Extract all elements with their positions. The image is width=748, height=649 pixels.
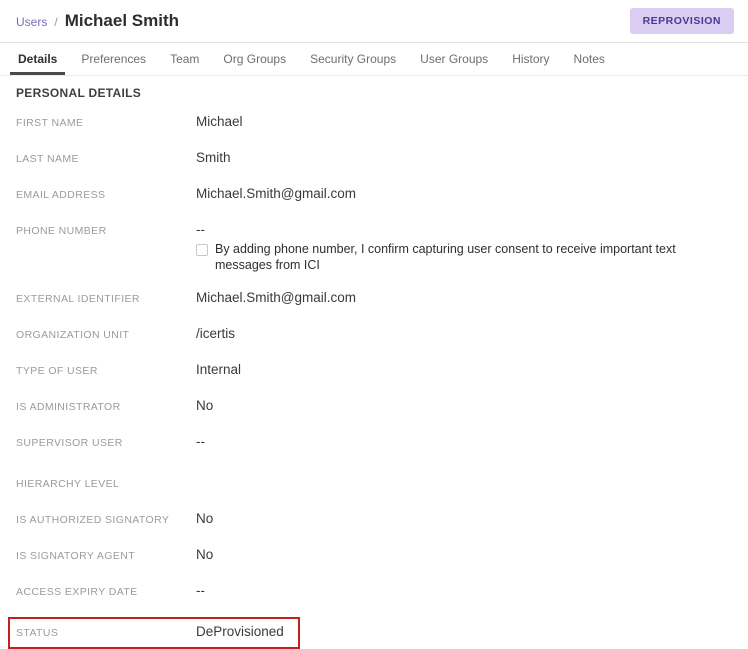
breadcrumb-users-link[interactable]: Users	[16, 15, 47, 29]
field-label: FIRST NAME	[16, 114, 196, 133]
tab-label: Security Groups	[310, 52, 396, 66]
breadcrumb: Users / Michael Smith	[16, 11, 179, 31]
field-value-wrap: /icertis	[196, 324, 732, 343]
field-row-is-administrator: IS ADMINISTRATOR No	[16, 396, 732, 417]
field-label: IS ADMINISTRATOR	[16, 398, 196, 417]
field-row-hierarchy-level: HIERARCHY LEVEL	[16, 468, 732, 494]
field-row-phone-number: PHONE NUMBER -- By adding phone number, …	[16, 220, 732, 273]
tab-label: Preferences	[81, 52, 146, 66]
field-label: IS SIGNATORY AGENT	[16, 547, 196, 566]
field-value: No	[196, 509, 732, 528]
field-value-wrap: --	[196, 581, 732, 600]
field-value: Internal	[196, 360, 732, 379]
field-label: HIERARCHY LEVEL	[16, 475, 196, 494]
field-label: ACCESS EXPIRY DATE	[16, 583, 196, 602]
field-value: Smith	[196, 148, 732, 167]
reprovision-button[interactable]: REPROVISION	[630, 8, 734, 34]
field-row-supervisor-user: SUPERVISOR USER --	[16, 432, 732, 453]
phone-consent-row: By adding phone number, I confirm captur…	[196, 241, 732, 273]
tab-history[interactable]: History	[500, 43, 561, 75]
field-row-organization-unit: ORGANIZATION UNIT /icertis	[16, 324, 732, 345]
field-row-last-name: LAST NAME Smith	[16, 148, 732, 169]
field-label: SUPERVISOR USER	[16, 434, 196, 453]
field-label: ORGANIZATION UNIT	[16, 326, 196, 345]
field-value-wrap: Smith	[196, 148, 732, 167]
field-label: LAST NAME	[16, 150, 196, 169]
field-row-status: STATUS DeProvisioned	[8, 617, 300, 649]
tab-org-groups[interactable]: Org Groups	[211, 43, 298, 75]
field-value	[196, 468, 732, 487]
page-title: Michael Smith	[65, 11, 179, 31]
user-details-page: Users / Michael Smith REPROVISION Detail…	[0, 0, 748, 649]
tab-details[interactable]: Details	[6, 43, 69, 75]
tab-bar: Details Preferences Team Org Groups Secu…	[0, 43, 748, 76]
section-title: PERSONAL DETAILS	[16, 86, 732, 100]
tab-label: History	[512, 52, 549, 66]
field-value: Michael	[196, 112, 732, 131]
field-value-wrap: No	[196, 509, 732, 528]
field-value: Michael.Smith@gmail.com	[196, 184, 732, 203]
field-value-wrap: No	[196, 396, 732, 415]
field-value: No	[196, 396, 732, 415]
field-value: --	[196, 581, 732, 600]
tab-label: Team	[170, 52, 199, 66]
field-value-wrap: Michael.Smith@gmail.com	[196, 288, 732, 307]
field-value: --	[196, 432, 732, 451]
personal-details-section: PERSONAL DETAILS FIRST NAME Michael LAST…	[0, 76, 748, 649]
field-value-wrap: -- By adding phone number, I confirm cap…	[196, 220, 732, 273]
field-label: PHONE NUMBER	[16, 222, 196, 241]
field-value-wrap: --	[196, 432, 732, 451]
tab-label: Notes	[574, 52, 605, 66]
field-value: /icertis	[196, 324, 732, 343]
page-header: Users / Michael Smith REPROVISION	[0, 0, 748, 43]
field-row-is-authorized-signatory: IS AUTHORIZED SIGNATORY No	[16, 509, 732, 530]
tab-user-groups[interactable]: User Groups	[408, 43, 500, 75]
field-value-wrap: Internal	[196, 360, 732, 379]
field-label: EMAIL ADDRESS	[16, 186, 196, 205]
field-label: TYPE OF USER	[16, 362, 196, 381]
field-value: Michael.Smith@gmail.com	[196, 288, 732, 307]
tab-notes[interactable]: Notes	[562, 43, 617, 75]
field-row-email-address: EMAIL ADDRESS Michael.Smith@gmail.com	[16, 184, 732, 205]
field-value: DeProvisioned	[196, 622, 284, 641]
tab-label: Org Groups	[223, 52, 286, 66]
tab-team[interactable]: Team	[158, 43, 211, 75]
field-row-external-identifier: EXTERNAL IDENTIFIER Michael.Smith@gmail.…	[16, 288, 732, 309]
field-value-wrap: No	[196, 545, 732, 564]
field-label: IS AUTHORIZED SIGNATORY	[16, 511, 196, 530]
field-value-wrap: Michael.Smith@gmail.com	[196, 184, 732, 203]
field-value: No	[196, 545, 732, 564]
tab-label: User Groups	[420, 52, 488, 66]
field-row-is-signatory-agent: IS SIGNATORY AGENT No	[16, 545, 732, 566]
consent-note-text: By adding phone number, I confirm captur…	[215, 241, 732, 273]
tab-preferences[interactable]: Preferences	[69, 43, 158, 75]
tab-label: Details	[18, 52, 57, 66]
field-value: --	[196, 220, 732, 239]
field-row-first-name: FIRST NAME Michael	[16, 112, 732, 133]
breadcrumb-separator: /	[54, 15, 57, 29]
field-value-wrap: DeProvisioned	[196, 622, 284, 641]
field-value-wrap	[196, 468, 732, 487]
field-row-type-of-user: TYPE OF USER Internal	[16, 360, 732, 381]
tab-security-groups[interactable]: Security Groups	[298, 43, 408, 75]
field-label: STATUS	[16, 624, 196, 643]
field-label: EXTERNAL IDENTIFIER	[16, 290, 196, 309]
consent-checkbox[interactable]	[196, 244, 208, 256]
field-value-wrap: Michael	[196, 112, 732, 131]
